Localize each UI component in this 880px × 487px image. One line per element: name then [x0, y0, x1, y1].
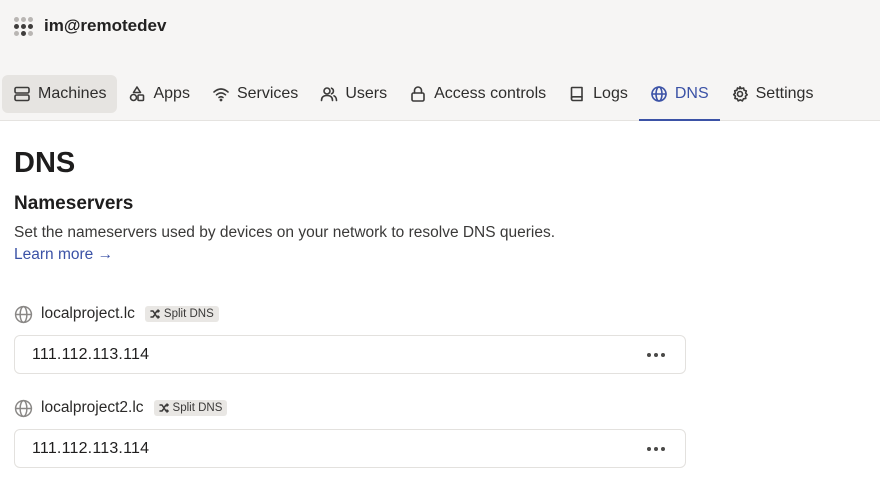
- tailscale-logo-icon: [14, 16, 33, 36]
- nameserver-ip: 111.112.113.114: [32, 345, 150, 363]
- tab-logs[interactable]: Logs: [557, 75, 639, 113]
- lock-icon: [411, 86, 425, 102]
- nameserver-group: localproject2.lc Split DNS 111.112.113.1…: [14, 397, 686, 468]
- split-dns-badge: Split DNS: [144, 306, 219, 322]
- more-options-icon[interactable]: [643, 443, 669, 455]
- main-nav: Machines Apps Services Users Access cont…: [2, 75, 824, 121]
- split-dns-badge: Split DNS: [153, 400, 228, 416]
- users-icon: [321, 87, 338, 102]
- nameserver-group: localproject.lc Split DNS 111.112.113.11…: [14, 303, 686, 374]
- tab-dns[interactable]: DNS: [638, 75, 720, 121]
- nameserver-domain: localproject2.lc: [41, 399, 144, 416]
- apps-icon: [130, 86, 145, 102]
- nameserver-row[interactable]: 111.112.113.114: [14, 429, 686, 468]
- tab-settings[interactable]: Settings: [720, 75, 825, 113]
- tab-users[interactable]: Users: [309, 75, 398, 113]
- tab-access-controls[interactable]: Access controls: [398, 75, 557, 113]
- globe-icon: [14, 305, 33, 323]
- tailnet-name: im@remotedev: [44, 16, 167, 35]
- machines-icon: [14, 86, 30, 102]
- tab-machines[interactable]: Machines: [2, 75, 118, 113]
- globe-icon: [651, 86, 667, 102]
- nameserver-ip: 111.112.113.114: [32, 439, 150, 457]
- tab-label: DNS: [674, 85, 709, 102]
- learn-more-link[interactable]: Learn more →: [14, 246, 113, 264]
- wifi-icon: [213, 88, 229, 102]
- shuffle-icon: [150, 309, 160, 319]
- nameservers-description: Set the nameservers used by devices on y…: [14, 224, 556, 241]
- top-bar: im@remotedev Machines Apps Services User…: [0, 0, 880, 121]
- tab-label: Settings: [755, 85, 814, 102]
- book-icon: [570, 86, 583, 102]
- more-options-icon[interactable]: [643, 349, 669, 361]
- nameserver-row[interactable]: 111.112.113.114: [14, 335, 686, 374]
- nameserver-domain: localproject.lc: [41, 305, 135, 322]
- tab-label: Access controls: [434, 85, 547, 102]
- nameservers-heading: Nameservers: [14, 193, 134, 214]
- tab-services[interactable]: Services: [201, 75, 309, 113]
- tab-label: Logs: [593, 85, 628, 102]
- tab-label: Machines: [38, 85, 107, 102]
- globe-icon: [14, 399, 33, 417]
- tailnet-switcher[interactable]: im@remotedev: [14, 14, 166, 38]
- gear-icon: [732, 86, 748, 102]
- tab-apps[interactable]: Apps: [117, 75, 200, 113]
- page-title: DNS: [14, 147, 76, 179]
- tab-label: Users: [345, 85, 388, 102]
- tab-label: Apps: [153, 85, 190, 102]
- shuffle-icon: [158, 403, 169, 413]
- tab-label: Services: [236, 85, 299, 102]
